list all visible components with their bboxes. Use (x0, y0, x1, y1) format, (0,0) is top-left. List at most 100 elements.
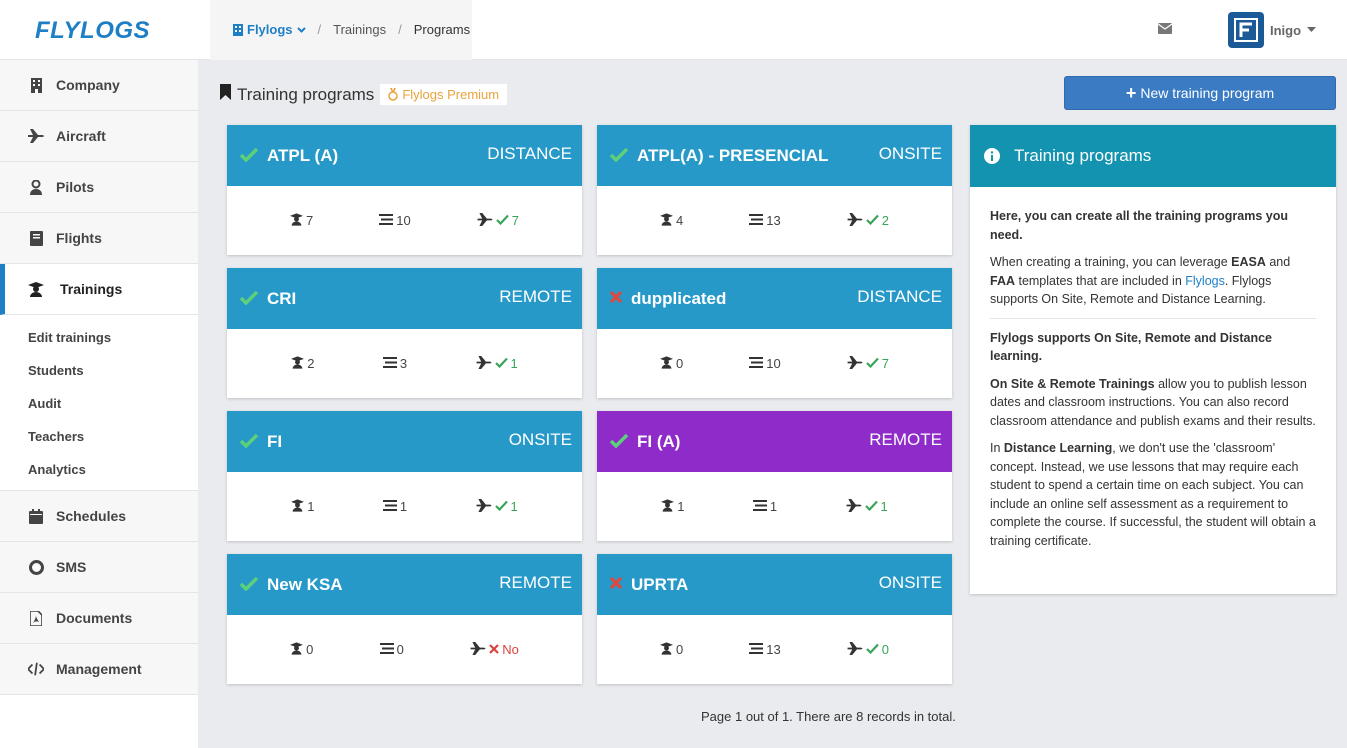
nav-label: Documents (56, 610, 133, 626)
nav-company[interactable]: Company (0, 60, 198, 111)
info-panel-title: Training programs (1014, 146, 1152, 165)
plane-icon (847, 212, 863, 229)
program-card-header: dupplicated DISTANCE (597, 268, 952, 329)
nav-pilots[interactable]: Pilots (0, 162, 198, 213)
subnav-students[interactable]: Students (0, 354, 198, 387)
svg-text:FLYLOGS: FLYLOGS (35, 19, 150, 41)
info-paragraph: Flylogs supports On Site, Remote and Dis… (990, 330, 1272, 364)
students-count: 2 (291, 355, 314, 372)
nav-flights[interactable]: Flights (0, 213, 198, 264)
check-icon (865, 642, 879, 657)
new-training-program-button[interactable]: + New training program (1064, 76, 1336, 110)
plane-icon (846, 498, 862, 515)
nav-management[interactable]: Management (0, 644, 198, 695)
program-name: FI (A) (637, 431, 681, 451)
cross-icon (489, 642, 499, 657)
program-card-body: 7 10 7 (227, 186, 582, 255)
lessons-count: 13 (749, 213, 781, 228)
list-icon (749, 213, 764, 228)
nav-label: Trainings (60, 281, 123, 297)
plane-icon (847, 355, 863, 372)
check-icon (239, 576, 259, 594)
nav-documents[interactable]: Documents (0, 593, 198, 644)
check-icon (864, 499, 878, 514)
new-training-program-label: New training program (1140, 85, 1275, 101)
check-icon (865, 356, 879, 371)
program-card-body: 4 13 2 (597, 186, 952, 255)
graduation-icon (28, 281, 44, 297)
subnav-teachers[interactable]: Teachers (0, 420, 198, 453)
program-card[interactable]: ATPL (A) DISTANCE 7 10 7 (227, 125, 582, 255)
nav-label: Pilots (56, 179, 95, 195)
plane-icon (470, 641, 486, 658)
breadcrumb-programs: Programs (413, 22, 471, 37)
flylogs-link[interactable]: Flylogs (1185, 274, 1225, 288)
lessons-count: 1 (752, 499, 777, 514)
topbar: Flylogs / Trainings / Programs Inigo (198, 0, 1347, 60)
program-card-body: 1 1 1 (597, 472, 952, 541)
flights-count: 7 (477, 212, 519, 229)
info-paragraph: Here, you can create all the training pr… (990, 209, 1289, 242)
plane-icon (476, 355, 492, 372)
graduation-icon (660, 641, 673, 658)
breadcrumb-separator: / (317, 22, 322, 37)
calendar-icon (28, 508, 44, 524)
list-icon (749, 642, 764, 657)
program-name: UPRTA (631, 574, 689, 594)
program-mode: ONSITE (878, 143, 942, 163)
nav-schedules[interactable]: Schedules (0, 491, 198, 542)
user-menu[interactable]: Inigo (1228, 12, 1317, 48)
nav-label: Flights (56, 230, 102, 246)
program-card[interactable]: ATPL(A) - PRESENCIAL ONSITE 4 13 2 (597, 125, 952, 255)
info-panel: Training programs Here, you can create a… (970, 125, 1336, 594)
medal-icon (388, 88, 399, 101)
program-mode: REMOTE (499, 572, 572, 592)
graduation-icon (660, 212, 673, 229)
cross-icon (609, 290, 623, 307)
graduation-icon (290, 641, 304, 658)
students-count: 0 (290, 641, 313, 658)
program-card[interactable]: FI ONSITE 1 1 1 (227, 411, 582, 541)
program-card-header: ATPL (A) DISTANCE (227, 125, 582, 186)
breadcrumb-trainings[interactable]: Trainings (333, 22, 386, 37)
info-icon (984, 148, 1000, 164)
program-name: FI (267, 431, 283, 451)
nav-label: Aircraft (56, 128, 106, 144)
program-card-body: 0 13 0 (597, 615, 952, 684)
nav-label: SMS (56, 559, 87, 575)
check-icon (239, 147, 259, 165)
code-icon (28, 661, 44, 677)
mail-icon[interactable] (1157, 22, 1174, 36)
info-panel-body: Here, you can create all the training pr… (970, 187, 1336, 550)
program-card[interactable]: FI (A) REMOTE 1 1 1 (597, 411, 952, 541)
program-card-header: New KSA REMOTE (227, 554, 582, 615)
nav-aircraft[interactable]: Aircraft (0, 111, 198, 162)
program-card-body: 1 1 1 (227, 472, 582, 541)
program-card[interactable]: dupplicated DISTANCE 0 10 7 (597, 268, 952, 398)
brand-logo[interactable]: FLYLOGS (0, 0, 198, 60)
breadcrumb-root[interactable]: Flylogs (233, 22, 306, 37)
check-icon (609, 147, 629, 165)
graduation-icon (290, 212, 303, 229)
program-mode: DISTANCE (857, 286, 942, 306)
building-icon (233, 23, 243, 36)
flights-count: No (470, 641, 519, 658)
program-mode: REMOTE (499, 286, 572, 306)
program-card[interactable]: New KSA REMOTE 0 0 No (227, 554, 582, 684)
graduation-icon (661, 498, 675, 515)
premium-badge: Flylogs Premium (380, 84, 508, 105)
program-card[interactable]: UPRTA ONSITE 0 13 0 (597, 554, 952, 684)
subnav-edit-trainings[interactable]: Edit trainings (0, 321, 198, 354)
program-card[interactable]: CRI REMOTE 2 3 1 (227, 268, 582, 398)
avatar (1228, 12, 1264, 48)
nav-sms[interactable]: SMS (0, 542, 198, 593)
lessons-count: 3 (382, 356, 407, 371)
subnav-audit[interactable]: Audit (0, 387, 198, 420)
list-icon (752, 499, 767, 514)
subnav-analytics[interactable]: Analytics (0, 453, 198, 486)
program-mode: REMOTE (869, 429, 942, 449)
caret-down-icon (1307, 27, 1317, 32)
nav-trainings[interactable]: Trainings (0, 264, 198, 315)
nav-label: Management (56, 661, 142, 677)
flights-count: 1 (476, 498, 518, 515)
